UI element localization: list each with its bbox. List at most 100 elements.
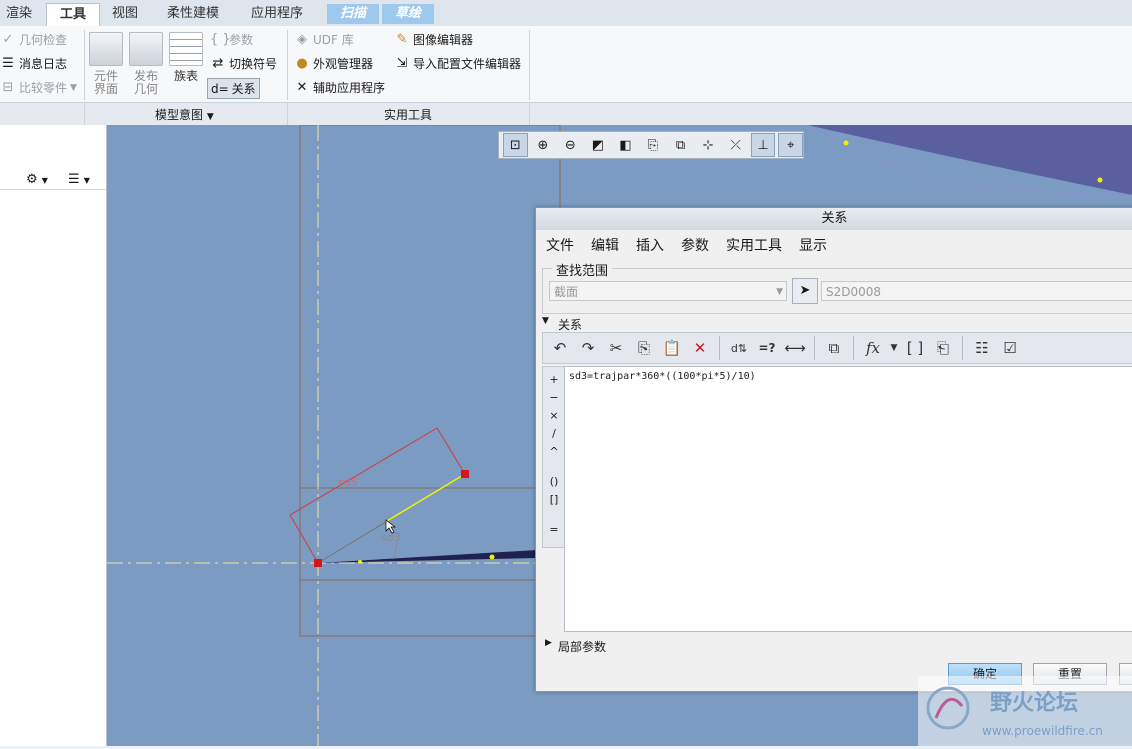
operator-divide[interactable]: / <box>543 425 565 443</box>
saved-views-icon[interactable]: ⎘ <box>641 133 666 157</box>
tab-tools[interactable]: 工具 <box>46 3 100 27</box>
evaluate-expression-icon[interactable]: =? <box>754 335 780 361</box>
switch-dimension-names-icon[interactable]: d⇅ <box>726 335 752 361</box>
toolbar-separator <box>814 336 815 360</box>
family-table-button[interactable]: 族表 <box>166 32 206 83</box>
toolbar-separator <box>853 336 854 360</box>
udf-library-button[interactable]: ◈ UDF 库 <box>294 31 354 48</box>
aux-applications-button[interactable]: ✕ 辅助应用程序 <box>294 79 385 96</box>
udf-library-icon: ◈ <box>297 31 307 47</box>
tab-sketch[interactable]: 草绘 <box>382 4 434 24</box>
verify-relations-icon[interactable]: ☷ <box>969 335 995 361</box>
dialog-title: 关系 <box>536 208 1132 230</box>
menu-insert[interactable]: 插入 <box>636 235 664 255</box>
operator-multiply[interactable]: × <box>543 407 565 425</box>
insert-function-icon[interactable]: fx <box>860 335 886 361</box>
view-toolbar: ⊡ ⊕ ⊖ ◩ ◧ ⎘ ⧉ ⊹ ⤫ ⊥ ⌖ <box>498 131 804 159</box>
endpoint-handle[interactable] <box>461 470 469 478</box>
pencil-icon: ✎ <box>396 31 408 47</box>
ribbon-divider <box>529 30 530 100</box>
insert-parameter-icon[interactable]: [ ] <box>902 335 928 361</box>
origin-handle[interactable] <box>314 559 322 567</box>
zoom-out-icon[interactable]: ⊖ <box>558 133 583 157</box>
model-tree-panel: ⚙ ▼ ☰ ▼ <box>0 125 107 746</box>
menu-parameters[interactable]: 参数 <box>681 235 709 255</box>
pointer-icon: ➤ <box>799 283 811 298</box>
display-style-icon[interactable]: ◧ <box>613 133 638 157</box>
tab-flexible-modeling[interactable]: 柔性建模 <box>152 3 234 25</box>
delete-icon[interactable]: ✕ <box>687 335 713 361</box>
menu-edit[interactable]: 编辑 <box>591 235 619 255</box>
paste-icon[interactable]: 📋 <box>659 335 685 361</box>
relations-editor[interactable]: sd3=trajpar*360*((100*pi*5)/10) <box>564 366 1132 632</box>
relations-button[interactable]: d= 关系 <box>207 78 260 99</box>
repaint-icon[interactable]: ◩ <box>586 133 611 157</box>
expand-icon: ▶ <box>545 638 552 648</box>
refit-icon[interactable]: ⊡ <box>503 133 528 157</box>
tab-view[interactable]: 视图 <box>100 3 150 25</box>
menu-utilities[interactable]: 实用工具 <box>726 235 782 255</box>
vertex-display-icon[interactable]: ⌖ <box>778 133 804 157</box>
menu-file[interactable]: 文件 <box>546 235 574 255</box>
group-divider <box>529 103 530 125</box>
relations-toolbar: ↶ ↷ ✂ ⎘ 📋 ✕ d⇅ =? ⟷ ⧉ fx ▼ [ ] ⎗ ☷ ☑ <box>542 332 1132 364</box>
relations-dialog: 关系 文件 编辑 插入 参数 实用工具 显示 查找范围 截面 ▼ ➤ S2D00… <box>535 207 1132 692</box>
compare-parts-button[interactable]: ⊟ 比较零件 ▼ <box>0 79 77 96</box>
ribbon-group-labels: 模型意图 ▼ 实用工具 <box>0 102 1132 126</box>
undo-icon[interactable]: ↶ <box>547 335 573 361</box>
section-line-yellow <box>386 473 466 522</box>
group-model-intent[interactable]: 模型意图 ▼ <box>155 106 214 123</box>
operator-parentheses[interactable]: () <box>543 473 565 491</box>
collapse-icon: ▼ <box>542 316 549 326</box>
constraint-display-icon[interactable]: ⊥ <box>750 133 776 157</box>
copy-icon[interactable]: ⎘ <box>631 335 657 361</box>
scope-item-field[interactable]: S2D0008 <box>821 281 1132 301</box>
component-interface-button[interactable]: 元件 界面 <box>86 32 126 96</box>
dimension-display-icon[interactable]: ⤫ <box>723 133 748 157</box>
tab-render[interactable]: 渲染 <box>0 3 38 25</box>
operator-plus[interactable]: + <box>543 371 565 389</box>
tab-applications[interactable]: 应用程序 <box>236 3 318 25</box>
zoom-in-icon[interactable]: ⊕ <box>531 133 556 157</box>
insert-unit-icon[interactable]: ⎗ <box>930 335 956 361</box>
dimension-line-sd5 <box>289 427 438 516</box>
chevron-down-icon[interactable]: ▼ <box>888 335 900 361</box>
switch-symbols-button[interactable]: ⇄ 切换符号 <box>210 55 277 72</box>
tree-settings-icon[interactable]: ⚙ ▼ <box>26 172 48 187</box>
tree-filter-icon[interactable]: ☰ ▼ <box>68 172 90 187</box>
publish-geometry-button[interactable]: 发布 几何 <box>126 32 166 96</box>
datum-display-icon[interactable]: ⊹ <box>696 133 721 157</box>
show-dimension-icon[interactable]: ⟷ <box>782 335 808 361</box>
operator-power[interactable]: ^ <box>543 443 565 461</box>
checkbox-icon[interactable]: ☑ <box>997 335 1023 361</box>
relation-line[interactable]: sd3=trajpar*360*((100*pi*5)/10) <box>569 371 756 382</box>
select-pointer-button[interactable]: ➤ <box>792 278 818 304</box>
local-params-header[interactable]: ▶ 局部参数 <box>536 638 1132 654</box>
sketch-view-icon[interactable]: ⧉ <box>668 133 693 157</box>
tab-sweep[interactable]: 扫描 <box>327 4 379 24</box>
operator-equals[interactable]: = <box>543 521 565 539</box>
parameters-button[interactable]: { } 参数 <box>210 31 253 48</box>
redo-icon[interactable]: ↷ <box>575 335 601 361</box>
sort-relations-icon[interactable]: ⧉ <box>821 335 847 361</box>
message-log-button[interactable]: ☰ 消息日志 <box>0 55 67 72</box>
menu-display[interactable]: 显示 <box>799 235 827 255</box>
import-config-editor-button[interactable]: ⇲ 导入配置文件编辑器 <box>394 55 521 72</box>
cut-icon[interactable]: ✂ <box>603 335 629 361</box>
image-editor-button[interactable]: ✎ 图像编辑器 <box>394 31 473 48</box>
family-table-icon <box>169 32 203 66</box>
dimension-sd3[interactable]: sd3 <box>381 531 401 544</box>
relations-section-header[interactable]: ▼ 关系 <box>536 316 1132 332</box>
operator-brackets[interactable]: [] <box>543 491 565 509</box>
scope-label: 查找范围 <box>552 260 613 279</box>
group-utilities: 实用工具 <box>384 108 433 122</box>
dimension-sd5[interactable]: sd5 <box>338 476 358 489</box>
vertex-point <box>843 140 849 146</box>
import-config-icon: ⇲ <box>396 55 408 71</box>
geometry-check-button[interactable]: ✓ 几何检查 <box>0 31 67 48</box>
operator-minus[interactable]: − <box>543 389 565 407</box>
vertex-point <box>489 554 495 560</box>
scope-type-select[interactable]: 截面 ▼ <box>549 281 787 301</box>
appearance-manager-button[interactable]: ● 外观管理器 <box>294 55 373 72</box>
toolbar-separator <box>962 336 963 360</box>
